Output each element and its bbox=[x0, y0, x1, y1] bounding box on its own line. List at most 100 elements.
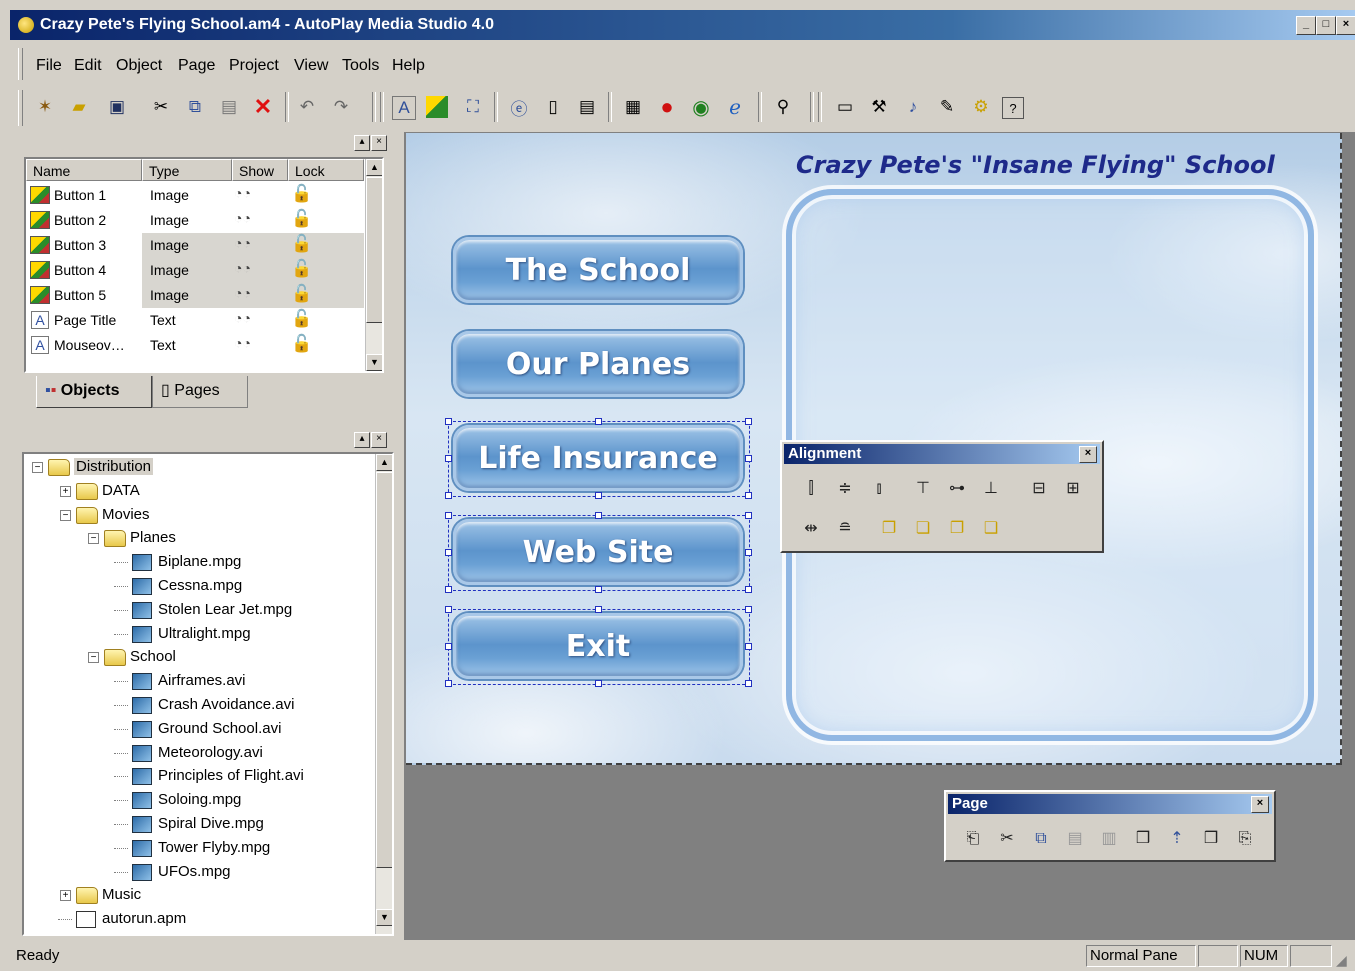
menu-view[interactable]: View bbox=[294, 57, 328, 75]
tab-pages[interactable]: ▯ Pages bbox=[152, 376, 248, 408]
delete-icon[interactable]: ✕ bbox=[250, 94, 276, 120]
menu-tools[interactable]: Tools bbox=[342, 57, 379, 75]
menu-object[interactable]: Object bbox=[116, 57, 162, 75]
save-icon[interactable]: ▣ bbox=[104, 94, 130, 120]
preview-icon[interactable]: ▭ bbox=[832, 94, 858, 120]
tree-folder-planes[interactable]: − Planes bbox=[24, 527, 374, 551]
resize-handle[interactable] bbox=[445, 549, 452, 556]
resize-handle[interactable] bbox=[745, 549, 752, 556]
collapse-icon[interactable]: − bbox=[60, 509, 71, 521]
selection-outline[interactable] bbox=[448, 421, 750, 497]
scroll-up-icon[interactable]: ▲ bbox=[376, 454, 392, 471]
column-lock[interactable]: Lock bbox=[288, 159, 364, 181]
video-icon[interactable]: ▦ bbox=[620, 94, 646, 120]
expand-icon[interactable]: + bbox=[60, 890, 71, 902]
align-right-icon[interactable]: ⫾ bbox=[866, 476, 892, 502]
minimize-button[interactable]: _ bbox=[1296, 16, 1316, 35]
lock-icon[interactable]: 🔓 bbox=[291, 234, 312, 254]
paste-icon[interactable]: ▤ bbox=[216, 94, 242, 120]
resize-handle[interactable] bbox=[445, 606, 452, 613]
space-horizontal-icon[interactable]: ⇹ bbox=[798, 516, 824, 542]
resize-handle[interactable] bbox=[595, 512, 602, 519]
scroll-down-icon[interactable]: ▼ bbox=[376, 909, 392, 926]
copy-page-icon[interactable]: ⧉ bbox=[1028, 826, 1054, 852]
object-row[interactable]: A Mouseov… Text ◔◔ 🔓 bbox=[26, 333, 364, 358]
tree-file[interactable]: Ground School.avi bbox=[24, 718, 374, 742]
scroll-up-icon[interactable]: ▲ bbox=[366, 159, 382, 176]
flash-icon[interactable]: ● bbox=[654, 94, 680, 120]
last-page-icon[interactable]: ⎘ bbox=[1232, 826, 1258, 852]
tree-file[interactable]: autorun.apm bbox=[24, 908, 374, 932]
align-bottom-icon[interactable]: ⊥ bbox=[978, 476, 1004, 502]
object-row[interactable]: Button 4 Image ◔◔ 🔓 bbox=[26, 258, 364, 283]
button-our-planes[interactable]: Our Planes bbox=[453, 331, 743, 397]
lock-icon[interactable]: 🔓 bbox=[291, 259, 312, 279]
cut-icon[interactable]: ✂ bbox=[148, 94, 174, 120]
visibility-icon[interactable]: ◔◔ bbox=[234, 260, 251, 276]
resize-handle[interactable] bbox=[595, 586, 602, 593]
menu-page[interactable]: Page bbox=[178, 57, 215, 75]
tree-file[interactable]: Tower Flyby.mpg bbox=[24, 837, 374, 861]
tree-file[interactable]: Meteorology.avi bbox=[24, 742, 374, 766]
resize-handle[interactable] bbox=[445, 512, 452, 519]
tree-folder-music[interactable]: + Music bbox=[24, 884, 374, 908]
panel-close-icon[interactable]: × bbox=[371, 432, 387, 448]
tree-root-folder[interactable]: − Distribution bbox=[24, 456, 374, 480]
align-top-icon[interactable]: ⊤ bbox=[910, 476, 936, 502]
media-player-icon[interactable]: ◉ bbox=[688, 94, 714, 120]
selection-outline[interactable] bbox=[448, 609, 750, 685]
toolbar-grip[interactable] bbox=[18, 90, 23, 126]
redo-icon[interactable]: ↷ bbox=[328, 94, 354, 120]
text-object-icon[interactable]: A bbox=[392, 96, 416, 120]
send-to-back-icon[interactable]: ❏ bbox=[910, 516, 936, 542]
collapse-icon[interactable]: − bbox=[32, 462, 43, 473]
tree-file[interactable]: Spiral Dive.mpg bbox=[24, 813, 374, 837]
zoom-icon[interactable]: ⚲ bbox=[770, 94, 796, 120]
bring-forward-icon[interactable]: ❐ bbox=[944, 516, 970, 542]
resize-handle[interactable] bbox=[445, 680, 452, 687]
resize-handle[interactable] bbox=[745, 455, 752, 462]
collapse-icon[interactable]: − bbox=[88, 533, 99, 545]
help-icon[interactable]: ? bbox=[1002, 97, 1024, 119]
resize-grip-icon[interactable]: ◢ bbox=[1336, 952, 1347, 969]
lock-icon[interactable]: 🔓 bbox=[291, 334, 312, 354]
new-project-icon[interactable]: ✶ bbox=[32, 94, 58, 120]
lock-icon[interactable]: 🔓 bbox=[291, 209, 312, 229]
tree-file[interactable]: UFOs.mpg bbox=[24, 861, 374, 885]
close-button[interactable]: × bbox=[1336, 16, 1355, 35]
scroll-thumb[interactable] bbox=[366, 177, 382, 323]
undo-icon[interactable]: ↶ bbox=[294, 94, 320, 120]
resize-handle[interactable] bbox=[745, 418, 752, 425]
page-title[interactable]: Crazy Pete's "Insane Flying" School bbox=[796, 151, 1336, 179]
object-row[interactable]: Button 2 Image ◔◔ 🔓 bbox=[26, 208, 364, 233]
tree-file[interactable]: Ultralight.mpg bbox=[24, 623, 374, 647]
tree-folder-school[interactable]: − School bbox=[24, 646, 374, 670]
tree-file[interactable]: Biplane.mpg bbox=[24, 551, 374, 575]
panel-restore-icon[interactable]: ▴ bbox=[354, 135, 370, 151]
tree-folder-movies[interactable]: − Movies bbox=[24, 504, 374, 528]
visibility-icon[interactable]: ◔◔ bbox=[234, 285, 251, 301]
resize-handle[interactable] bbox=[745, 492, 752, 499]
next-page-icon[interactable]: ❒ bbox=[1198, 826, 1224, 852]
web-object-icon[interactable]: ⓔ bbox=[506, 94, 532, 120]
image-object-icon[interactable] bbox=[426, 96, 448, 118]
selection-outline[interactable] bbox=[448, 515, 750, 591]
resize-handle[interactable] bbox=[445, 418, 452, 425]
send-backward-icon[interactable]: ❑ bbox=[978, 516, 1004, 542]
bring-to-front-icon[interactable]: ❐ bbox=[876, 516, 902, 542]
close-icon[interactable]: × bbox=[1079, 446, 1097, 463]
first-page-icon[interactable]: ❒ bbox=[1130, 826, 1156, 852]
menu-edit[interactable]: Edit bbox=[74, 57, 102, 75]
center-horizontal-icon[interactable]: ⊟ bbox=[1026, 476, 1052, 502]
frame-icon[interactable]: ▯ bbox=[540, 94, 566, 120]
visibility-icon[interactable]: ◔◔ bbox=[234, 210, 251, 226]
align-middle-icon[interactable]: ⊶ bbox=[944, 476, 970, 502]
tree-file[interactable]: Soloing.mpg bbox=[24, 789, 374, 813]
space-vertical-icon[interactable]: ≘ bbox=[832, 516, 858, 542]
resize-handle[interactable] bbox=[595, 606, 602, 613]
object-row[interactable]: Button 5 Image ◔◔ 🔓 bbox=[26, 283, 364, 308]
lock-icon[interactable]: 🔓 bbox=[291, 184, 312, 204]
resize-handle[interactable] bbox=[595, 418, 602, 425]
page-toolbar-title[interactable]: Page × bbox=[948, 794, 1272, 814]
column-name[interactable]: Name bbox=[26, 159, 142, 181]
